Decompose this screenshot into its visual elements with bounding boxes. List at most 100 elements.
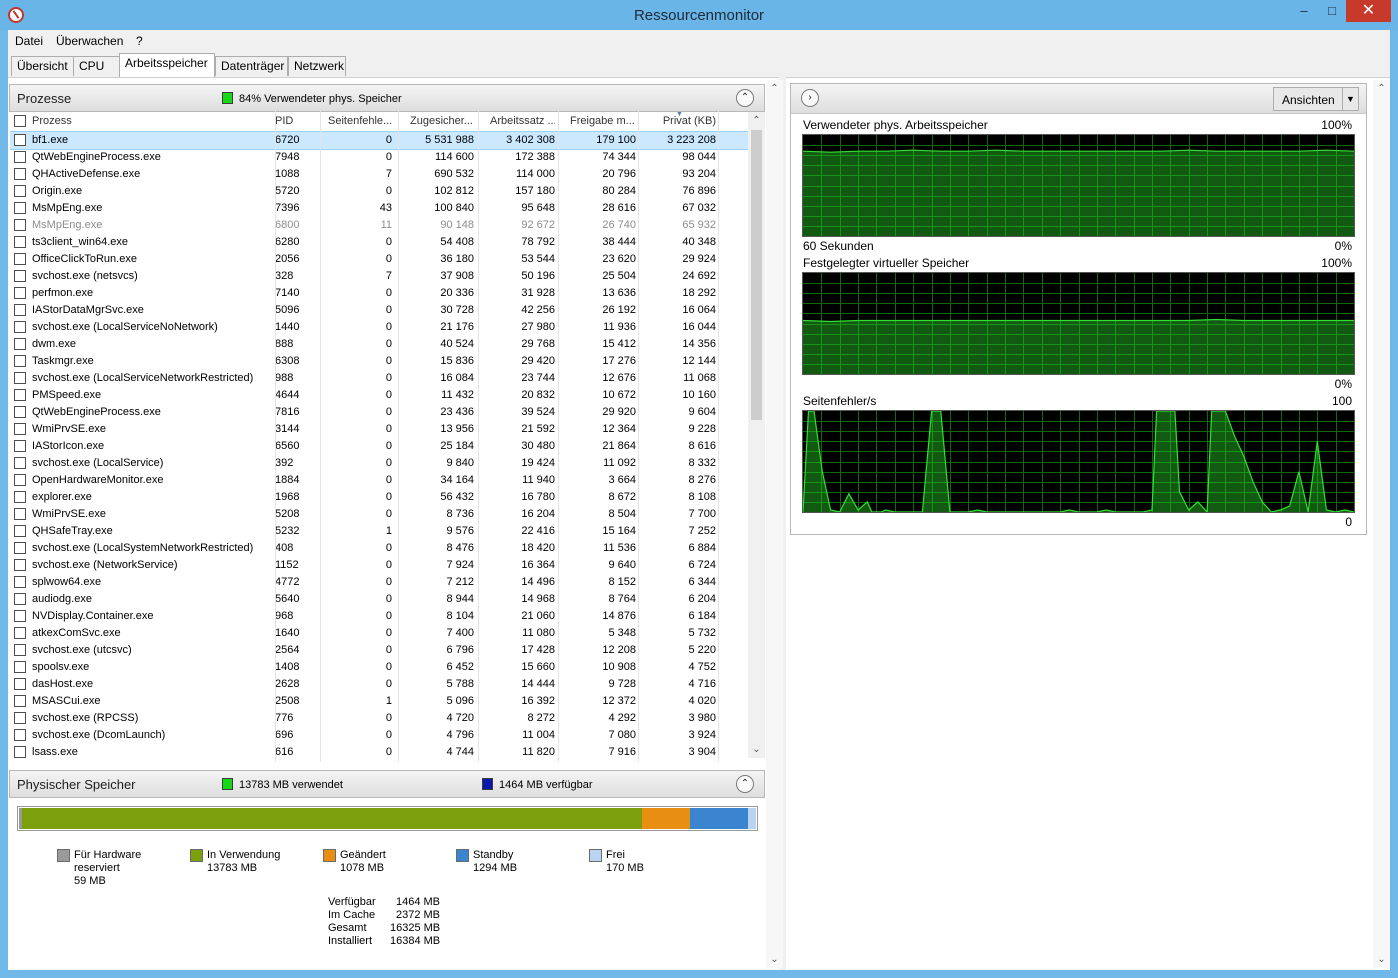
table-row[interactable]: svchost.exe (utcsvc) 2564 0 6 796 17 428 12 2…: [10, 642, 750, 659]
row-checkbox[interactable]: [14, 202, 26, 214]
scroll-up-icon[interactable]: ⌃: [766, 80, 783, 97]
table-row[interactable]: QHSafeTray.exe 5232 1 9 576 22 416 15 164 7 25…: [10, 523, 750, 540]
row-checkbox[interactable]: [14, 406, 26, 418]
row-checkbox[interactable]: [14, 661, 26, 673]
select-all-checkbox[interactable]: [14, 115, 26, 127]
physical-memory-header[interactable]: Physischer Speicher 13783 MB verwendet 1…: [9, 770, 765, 798]
scroll-up-icon[interactable]: ⌃: [1373, 80, 1390, 97]
table-row[interactable]: OpenHardwareMonitor.exe 1884 0 34 164 11 940…: [10, 472, 750, 489]
table-row[interactable]: svchost.exe (NetworkService) 1152 0 7 924 16…: [10, 557, 750, 574]
row-checkbox[interactable]: [14, 270, 26, 282]
table-row[interactable]: bf1.exe 6720 0 5 531 988 3 402 308 179 100 3 2…: [10, 131, 750, 150]
table-row[interactable]: ts3client_win64.exe 6280 0 54 408 78 792 38 4…: [10, 234, 750, 251]
tab-netzwerk[interactable]: Netzwerk: [288, 56, 346, 76]
col-freigabe[interactable]: Freigabe m...: [562, 115, 636, 127]
row-checkbox[interactable]: [14, 678, 26, 690]
row-checkbox[interactable]: [14, 746, 26, 758]
row-checkbox[interactable]: [14, 304, 26, 316]
row-checkbox[interactable]: [14, 593, 26, 605]
col-zugesichert[interactable]: Zugesicher...: [402, 115, 474, 127]
row-checkbox[interactable]: [14, 576, 26, 588]
table-row[interactable]: svchost.exe (LocalServiceNoNetwork) 1440 0…: [10, 319, 750, 336]
table-row[interactable]: lsass.exe 616 0 4 744 11 820 7 916 3 904: [10, 744, 750, 761]
col-pid[interactable]: PID: [275, 115, 320, 127]
table-row[interactable]: MsMpEng.exe 6800 11 90 148 92 672 26 740 65 93…: [10, 217, 750, 234]
table-row[interactable]: QtWebEngineProcess.exe 7948 0 114 600 172 38…: [10, 149, 750, 166]
table-row[interactable]: QHActiveDefense.exe 1088 7 690 532 114 000 20…: [10, 166, 750, 183]
table-row[interactable]: svchost.exe (RPCSS) 776 0 4 720 8 272 4 292 3 …: [10, 710, 750, 727]
table-row[interactable]: svchost.exe (LocalService) 392 0 9 840 19 42…: [10, 455, 750, 472]
row-checkbox[interactable]: [14, 491, 26, 503]
maximize-button[interactable]: □: [1318, 0, 1346, 22]
row-checkbox[interactable]: [14, 542, 26, 554]
row-checkbox[interactable]: [14, 389, 26, 401]
right-pane-scrollbar[interactable]: ⌃ ⌄: [1373, 80, 1390, 968]
table-row[interactable]: WmiPrvSE.exe 5208 0 8 736 16 204 8 504 7 700: [10, 506, 750, 523]
close-button[interactable]: ✕: [1346, 0, 1391, 22]
row-checkbox[interactable]: [14, 151, 26, 163]
tab-cpu[interactable]: CPU: [73, 56, 120, 76]
menu-datei[interactable]: Datei: [15, 34, 43, 48]
table-row[interactable]: IAStorIcon.exe 6560 0 25 184 30 480 21 864 8 6…: [10, 438, 750, 455]
table-row[interactable]: PMSpeed.exe 4644 0 11 432 20 832 10 672 10 160: [10, 387, 750, 404]
table-row[interactable]: splwow64.exe 4772 0 7 212 14 496 8 152 6 344: [10, 574, 750, 591]
scroll-down-icon[interactable]: ⌄: [1373, 951, 1390, 968]
menu-help[interactable]: ?: [136, 34, 143, 48]
table-row[interactable]: svchost.exe (DcomLaunch) 696 0 4 796 11 004 7…: [10, 727, 750, 744]
row-checkbox[interactable]: [14, 372, 26, 384]
scroll-down-icon[interactable]: ⌄: [766, 951, 783, 968]
row-checkbox[interactable]: [14, 627, 26, 639]
row-checkbox[interactable]: [14, 134, 26, 146]
col-prozess[interactable]: Prozess: [32, 115, 267, 127]
row-checkbox[interactable]: [14, 219, 26, 231]
process-scrollbar[interactable]: ⌃ ⌄: [748, 112, 765, 758]
row-checkbox[interactable]: [14, 236, 26, 248]
col-seitenfehler[interactable]: Seitenfehle...: [320, 115, 392, 127]
row-checkbox[interactable]: [14, 525, 26, 537]
collapse-physical-button[interactable]: ⌃: [736, 775, 754, 793]
row-checkbox[interactable]: [14, 644, 26, 656]
table-row[interactable]: perfmon.exe 7140 0 20 336 31 928 13 636 18 292: [10, 285, 750, 302]
scroll-thumb[interactable]: [751, 130, 762, 420]
collapse-processes-button[interactable]: ⌃: [736, 89, 754, 107]
row-checkbox[interactable]: [14, 423, 26, 435]
row-checkbox[interactable]: [14, 729, 26, 741]
row-checkbox[interactable]: [14, 338, 26, 350]
table-row[interactable]: dwm.exe 888 0 40 524 29 768 15 412 14 356: [10, 336, 750, 353]
row-checkbox[interactable]: [14, 695, 26, 707]
processes-header[interactable]: Prozesse 84% Verwendeter phys. Speicher …: [9, 84, 765, 112]
table-row[interactable]: svchost.exe (netsvcs) 328 7 37 908 50 196 25 …: [10, 268, 750, 285]
table-row[interactable]: IAStorDataMgrSvc.exe 5096 0 30 728 42 256 26 …: [10, 302, 750, 319]
table-row[interactable]: WmiPrvSE.exe 3144 0 13 956 21 592 12 364 9 228: [10, 421, 750, 438]
row-checkbox[interactable]: [14, 474, 26, 486]
table-row[interactable]: MsMpEng.exe 7396 43 100 840 95 648 28 616 67 0…: [10, 200, 750, 217]
row-checkbox[interactable]: [14, 168, 26, 180]
scroll-up-icon[interactable]: ⌃: [748, 112, 765, 129]
tab-uebersicht[interactable]: Übersicht: [11, 56, 74, 76]
row-checkbox[interactable]: [14, 508, 26, 520]
row-checkbox[interactable]: [14, 712, 26, 724]
row-checkbox[interactable]: [14, 185, 26, 197]
menu-ueberwachen[interactable]: Überwachen: [56, 34, 123, 48]
views-dropdown[interactable]: Ansichten ▼: [1273, 87, 1359, 111]
tab-datentraeger[interactable]: Datenträger: [215, 56, 288, 76]
table-row[interactable]: atkexComSvc.exe 1640 0 7 400 11 080 5 348 5 73…: [10, 625, 750, 642]
col-arbeitssatz[interactable]: Arbeitssatz ...: [482, 115, 555, 127]
table-row[interactable]: dasHost.exe 2628 0 5 788 14 444 9 728 4 716: [10, 676, 750, 693]
minimize-button[interactable]: –: [1290, 0, 1318, 22]
table-row[interactable]: QtWebEngineProcess.exe 7816 0 23 436 39 524 2…: [10, 404, 750, 421]
table-row[interactable]: spoolsv.exe 1408 0 6 452 15 660 10 908 4 752: [10, 659, 750, 676]
row-checkbox[interactable]: [14, 457, 26, 469]
row-checkbox[interactable]: [14, 440, 26, 452]
scroll-down-icon[interactable]: ⌄: [748, 741, 765, 758]
row-checkbox[interactable]: [14, 287, 26, 299]
row-checkbox[interactable]: [14, 321, 26, 333]
table-row[interactable]: NVDisplay.Container.exe 968 0 8 104 21 060 14…: [10, 608, 750, 625]
table-row[interactable]: audiodg.exe 5640 0 8 944 14 968 8 764 6 204: [10, 591, 750, 608]
table-row[interactable]: Taskmgr.exe 6308 0 15 836 29 420 17 276 12 144: [10, 353, 750, 370]
row-checkbox[interactable]: [14, 253, 26, 265]
table-row[interactable]: Origin.exe 5720 0 102 812 157 180 80 284 76 89…: [10, 183, 750, 200]
tab-arbeitsspeicher[interactable]: Arbeitsspeicher: [119, 53, 215, 77]
table-row[interactable]: svchost.exe (LocalServiceNetworkRestrict…: [10, 370, 750, 387]
row-checkbox[interactable]: [14, 355, 26, 367]
